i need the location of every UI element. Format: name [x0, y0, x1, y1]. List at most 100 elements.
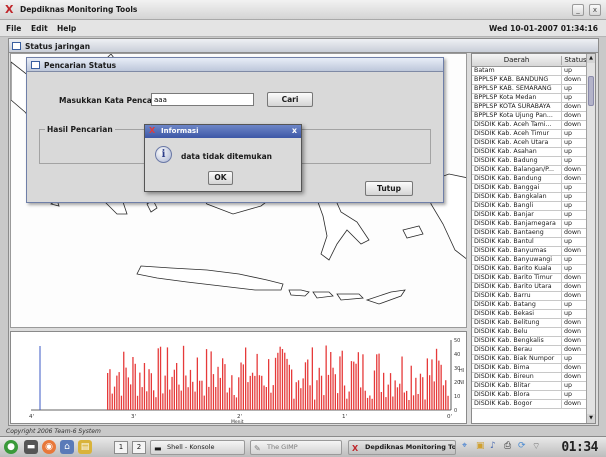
desktop-1[interactable]: 1 [114, 441, 128, 454]
cell-status: up [564, 265, 572, 272]
traffic-bar [279, 346, 281, 410]
table-row[interactable]: DISDIK Kab. Berau down [472, 346, 588, 355]
table-row[interactable]: DISDIK Kab. Bekasi up [472, 310, 588, 319]
printer-icon[interactable]: ⎙ [504, 441, 511, 451]
table-row[interactable]: DISDIK Kab. Batang up [472, 301, 588, 310]
table-row[interactable]: DISDIK Kab. Bengkalis down [472, 337, 588, 346]
table-row[interactable]: DISDIK Kab. Bangkalan up [472, 193, 588, 202]
app-icon: X [352, 444, 359, 453]
close-icon[interactable]: x [292, 126, 297, 135]
minimize-button[interactable]: _ [572, 4, 584, 16]
table-row[interactable]: DISDIK Kab. Aceh Utara up [472, 139, 588, 148]
cell-status: down [564, 121, 581, 128]
table-row[interactable]: DISDIK Kab. Badung up [472, 157, 588, 166]
menu-file[interactable]: File [6, 24, 21, 33]
table-row[interactable]: DISDIK Kab. Bogor down [472, 400, 588, 409]
task-gimp[interactable]: ✎ The GIMP [250, 440, 342, 455]
table-row[interactable]: BPPLSP KOTA SURABAYA down [472, 103, 588, 112]
table-row[interactable]: DISDIK Kab. Bangli up [472, 202, 588, 211]
table-row[interactable]: DISDIK Kab. Banjar up [472, 211, 588, 220]
cell-status: down [564, 283, 581, 290]
cell-status: down [564, 400, 581, 407]
terminal-icon[interactable]: ▬ [24, 440, 38, 454]
cell-status: down [564, 175, 581, 182]
search-button[interactable]: Cari [267, 92, 313, 107]
network-icon[interactable]: ⌖ [462, 441, 467, 451]
task-konsole[interactable]: ▬ Shell - Konsole [150, 440, 245, 455]
task-label: Depdiknas Monitoring Tools [365, 443, 456, 451]
browser-icon[interactable]: ◉ [42, 440, 56, 454]
traffic-bar [419, 373, 422, 410]
table-row[interactable]: DISDIK Kab. Banyuwangi up [472, 256, 588, 265]
scroll-down-icon[interactable]: ▼ [587, 414, 595, 423]
table-row[interactable]: DISDIK Kab. Bantul up [472, 238, 588, 247]
traffic-bar [130, 384, 132, 410]
column-header-daerah[interactable]: Daerah [472, 56, 562, 65]
table-row[interactable]: DISDIK Kab. Biak Numpor up [472, 355, 588, 364]
update-icon[interactable]: ⟳ [518, 441, 526, 451]
wifi-icon[interactable]: ⌔ [532, 441, 540, 452]
table-row[interactable]: DISDIK Kab. Balangan/P... down [472, 166, 588, 175]
traffic-graph-svg: 50403020100HlNl4' 3' 2' 1' 0'Menit [29, 338, 464, 425]
traffic-bar [162, 393, 164, 410]
table-scrollbar[interactable]: ▲ ▼ [586, 54, 595, 423]
search-input[interactable] [151, 93, 254, 106]
table-row[interactable]: DISDIK Kab. Barito Kuala up [472, 265, 588, 274]
traffic-bar [187, 387, 189, 410]
table-row[interactable]: BPPLSP KAB. BANDUNG down [472, 76, 588, 85]
traffic-bar [323, 395, 325, 410]
home-folder-icon[interactable]: ⌂ [60, 440, 74, 454]
table-row[interactable]: DISDIK Kab. Barito Timur down [472, 274, 588, 283]
close-button[interactable]: Tutup [365, 181, 413, 196]
table-row[interactable]: DISDIK Kab. Bandung down [472, 175, 588, 184]
traffic-bar [286, 358, 288, 410]
traffic-bar [249, 375, 251, 410]
task-monitoring-tools[interactable]: X Depdiknas Monitoring Tools [348, 440, 456, 455]
table-row[interactable]: DISDIK Kab. Barito Utara down [472, 283, 588, 292]
table-row[interactable]: DISDIK Kab. Bantaeng down [472, 229, 588, 238]
traffic-bar [445, 380, 447, 410]
table-row[interactable]: DISDIK Kab. Belitung down [472, 319, 588, 328]
table-row[interactable]: DISDIK Kab. Bima down [472, 364, 588, 373]
traffic-bar [343, 385, 346, 410]
table-row[interactable]: DISDIK Kab. Aceh Timur up [472, 130, 588, 139]
start-menu-icon[interactable]: ● [4, 440, 18, 454]
traffic-bar [385, 397, 387, 410]
table-row[interactable]: DISDIK Kab. Aceh Tami... down [472, 121, 588, 130]
x-tick-label: 1' [342, 414, 347, 420]
traffic-bar [325, 345, 327, 410]
table-row[interactable]: Batam up [472, 67, 588, 76]
table-row[interactable]: DISDIK Kab. Asahan up [472, 148, 588, 157]
results-label: Hasil Pencarian [45, 125, 115, 134]
traffic-bar [295, 382, 297, 410]
cell-status: down [564, 337, 581, 344]
menu-help[interactable]: Help [57, 24, 76, 33]
traffic-bar [270, 392, 272, 410]
table-row[interactable]: DISDIK Kab. Blora up [472, 391, 588, 400]
table-row[interactable]: BPPLSP Kota Ujung Pan... down [472, 112, 588, 121]
ok-button[interactable]: OK [208, 171, 233, 185]
table-row[interactable]: DISDIK Kab. Banjarnegara up [472, 220, 588, 229]
table-row[interactable]: BPPLSP Kota Medan up [472, 94, 588, 103]
table-row[interactable]: DISDIK Kab. Banyumas down [472, 247, 588, 256]
close-window-button[interactable]: x [589, 4, 601, 16]
side-label: Nl [459, 380, 464, 386]
column-header-status[interactable]: Status [563, 56, 588, 64]
traffic-bar [171, 376, 173, 410]
table-row[interactable]: DISDIK Kab. Bireun down [472, 373, 588, 382]
scroll-up-icon[interactable]: ▲ [587, 54, 595, 63]
table-row[interactable]: DISDIK Kab. Blitar up [472, 382, 588, 391]
clipboard-icon[interactable]: ▣ [476, 441, 485, 451]
traffic-bar [116, 375, 118, 410]
desktop-2[interactable]: 2 [132, 441, 146, 454]
speaker-icon[interactable]: ♪ [490, 441, 496, 451]
scroll-thumb[interactable] [588, 76, 594, 106]
table-row[interactable]: DISDIK Kab. Belu down [472, 328, 588, 337]
traffic-bar [348, 391, 350, 410]
table-row[interactable]: DISDIK Kab. Banggai up [472, 184, 588, 193]
file-manager-icon[interactable]: ▤ [78, 440, 92, 454]
table-row[interactable]: DISDIK Kab. Barru down [472, 292, 588, 301]
menu-edit[interactable]: Edit [31, 24, 48, 33]
table-row[interactable]: BPPLSP KAB. SEMARANG up [472, 85, 588, 94]
traffic-bar [203, 395, 205, 410]
